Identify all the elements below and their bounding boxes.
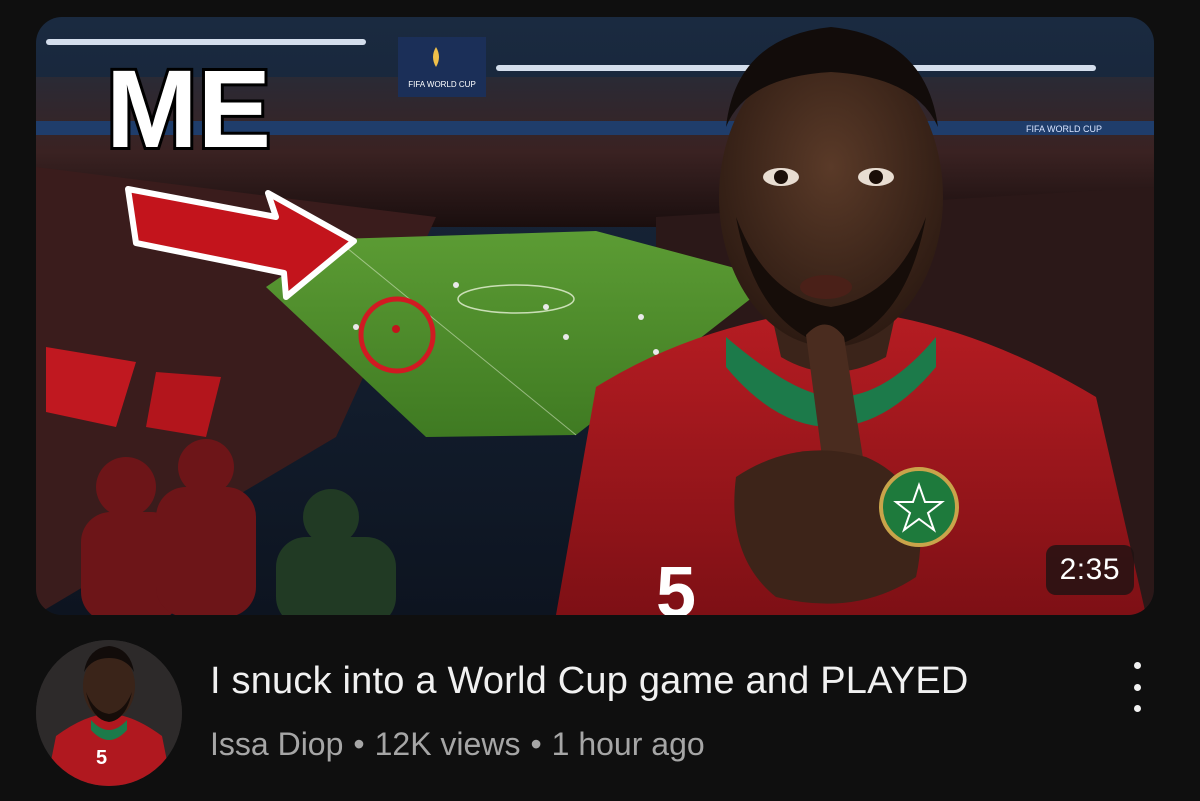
upload-age: 1 hour ago	[551, 726, 705, 762]
video-card[interactable]: FIFA WORLD CUP FIFA WORLD CUP ME 5 2:35 …	[0, 0, 1200, 801]
avatar-image: 5	[36, 640, 182, 786]
banner-text: FIFA WORLD CUP	[408, 80, 476, 89]
dot	[1133, 705, 1141, 712]
vertical-dots-icon[interactable]	[1122, 662, 1152, 712]
jersey-number: 5	[656, 553, 696, 615]
video-meta: 5 I snuck into a World Cup game and PLAY…	[36, 640, 1166, 790]
video-title[interactable]: I snuck into a World Cup game and PLAYED	[210, 660, 969, 703]
crest-graphic	[879, 467, 959, 547]
thumbnail-scene: FIFA WORLD CUP FIFA WORLD CUP ME 5	[36, 17, 1154, 615]
channel-avatar[interactable]: 5	[36, 640, 182, 786]
overlay-me-text: ME	[106, 48, 271, 171]
view-count: 12K views	[374, 726, 521, 762]
dot	[1133, 662, 1141, 669]
video-thumbnail[interactable]: FIFA WORLD CUP FIFA WORLD CUP ME 5 2:35	[36, 17, 1154, 615]
ad-board-text: FIFA WORLD CUP	[1026, 124, 1102, 134]
separator-dot: •	[353, 726, 365, 762]
dot	[1133, 683, 1141, 691]
video-subline: Issa Diop • 12K views • 1 hour ago	[210, 726, 705, 763]
channel-name[interactable]: Issa Diop	[210, 726, 343, 762]
separator-dot: •	[530, 726, 542, 762]
duration-badge: 2:35	[1045, 545, 1134, 595]
avatar-jersey-number: 5	[96, 747, 107, 769]
